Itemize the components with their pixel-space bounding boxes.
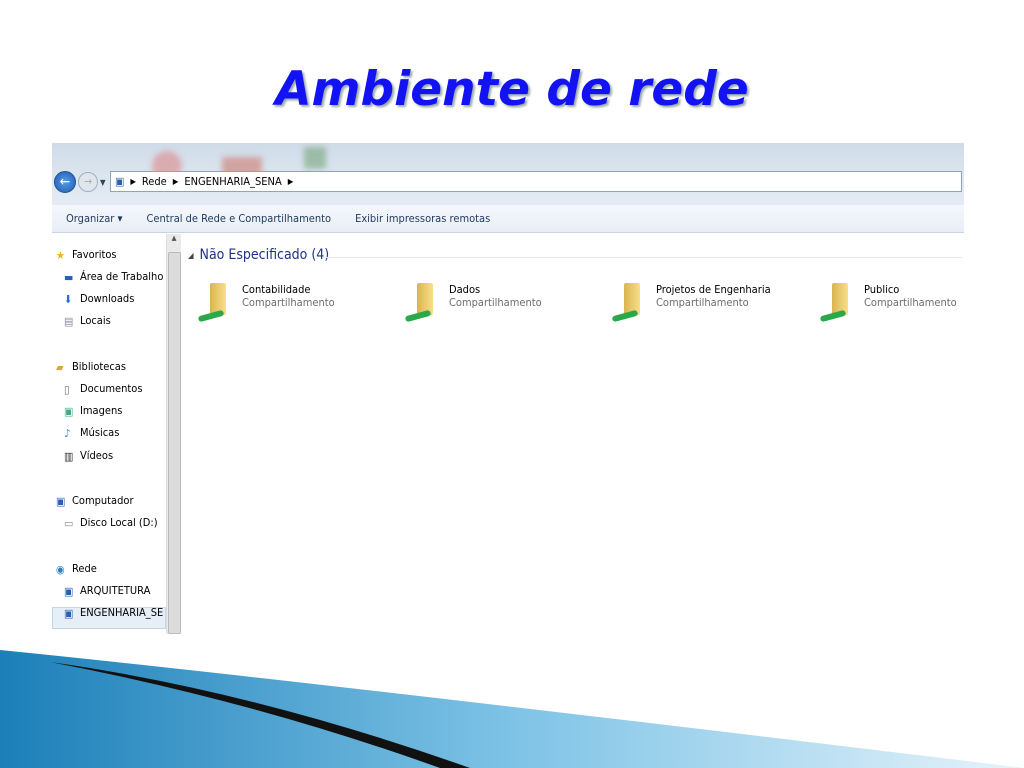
- sidebar-item-label: Favoritos: [72, 248, 117, 261]
- organize-button[interactable]: Organizar ▾: [66, 212, 122, 225]
- sidebar-item[interactable]: ▣ Imagens: [64, 404, 123, 418]
- sidebar-item-label: Locais: [80, 314, 111, 327]
- documents-icon: ▯: [64, 382, 70, 396]
- sidebar-item-label: Músicas: [80, 426, 120, 439]
- drive-icon: ▭: [64, 516, 74, 530]
- sidebar-item[interactable]: ▣ Computador: [56, 494, 134, 508]
- sidebar-item[interactable]: ◉ Rede: [56, 562, 97, 576]
- sidebar-item[interactable]: ♪ Músicas: [64, 426, 120, 440]
- sidebar-item-label: Documentos: [80, 382, 143, 395]
- forward-button[interactable]: →: [78, 172, 98, 192]
- sidebar-item[interactable]: ▯ Documentos: [64, 382, 143, 396]
- network-center-button[interactable]: Central de Rede e Compartilhamento: [146, 212, 331, 225]
- libraries-icon: ▰: [56, 360, 64, 374]
- shared-folder-item[interactable]: Publico Compartilhamento: [819, 283, 957, 325]
- breadcrumb-rede[interactable]: Rede: [142, 175, 167, 188]
- images-icon: ▣: [64, 404, 74, 418]
- folder-name: Publico: [864, 283, 900, 296]
- sidebar-scrollbar[interactable]: ▲: [166, 234, 181, 634]
- breadcrumb-engenharia[interactable]: ENGENHARIA_SENA: [184, 175, 281, 188]
- network-computer-icon: ▣: [115, 175, 125, 188]
- folder-type: Compartilhamento: [864, 296, 957, 309]
- music-icon: ♪: [64, 426, 71, 440]
- folder-type: Compartilhamento: [242, 296, 335, 309]
- chevron-right-icon[interactable]: ▶: [288, 177, 294, 186]
- slide-title: Ambiente de rede: [275, 62, 749, 117]
- sidebar-item[interactable]: ★ Favoritos: [56, 248, 117, 262]
- videos-icon: ▥: [64, 449, 74, 463]
- shared-folder-icon: [404, 283, 445, 325]
- shared-folder-item[interactable]: Dados Compartilhamento: [404, 283, 542, 325]
- sidebar-item[interactable]: ▣ ARQUITETURA: [64, 584, 151, 598]
- folder-name: Dados: [449, 283, 481, 296]
- folder-type: Compartilhamento: [656, 296, 749, 309]
- recent-places-icon: ▤: [64, 314, 74, 328]
- collapse-triangle-icon[interactable]: ◢: [188, 251, 194, 260]
- sidebar-item[interactable]: ▣ ENGENHARIA_SE: [64, 606, 164, 620]
- scroll-up-icon[interactable]: ▲: [167, 234, 181, 242]
- network-icon: ◉: [56, 562, 65, 576]
- sidebar-item-label: Downloads: [80, 292, 135, 305]
- folder-name: Projetos de Engenharia: [656, 283, 771, 296]
- sidebar-item[interactable]: ▭ Disco Local (D:): [64, 516, 158, 530]
- shared-folder-icon: [611, 283, 652, 325]
- shared-folder-item[interactable]: Projetos de Engenharia Compartilhamento: [611, 283, 771, 325]
- chevron-right-icon[interactable]: ▶: [173, 177, 179, 186]
- computer-icon: ▣: [64, 584, 74, 598]
- explorer-window: ← → ▼ ▣ ▶ Rede ▶ ENGENHARIA_SENA ▶ Organ…: [52, 143, 964, 634]
- sidebar-item[interactable]: ▰ Bibliotecas: [56, 360, 127, 374]
- title-area: ← → ▼ ▣ ▶ Rede ▶ ENGENHARIA_SENA ▶: [52, 143, 964, 205]
- computer-icon: ▣: [64, 606, 74, 620]
- sidebar-item[interactable]: ▬ Área de Trabalho: [64, 270, 164, 284]
- sidebar-item-label: Computador: [72, 494, 134, 507]
- command-bar: Organizar ▾ Central de Rede e Compartilh…: [52, 205, 964, 233]
- sidebar-item[interactable]: ▥ Vídeos: [64, 449, 114, 463]
- recent-pages-dropdown-icon[interactable]: ▼: [100, 178, 106, 187]
- sidebar-item-label: ENGENHARIA_SE: [80, 606, 164, 619]
- back-button[interactable]: ←: [54, 171, 76, 193]
- sidebar-item[interactable]: ▤ Locais: [64, 314, 111, 328]
- sidebar-item-label: Disco Local (D:): [80, 516, 158, 529]
- sidebar-item-label: Rede: [72, 562, 97, 575]
- shared-folder-icon: [819, 283, 860, 325]
- remote-printers-button[interactable]: Exibir impressoras remotas: [355, 212, 490, 225]
- blurred-desktop-icon: [304, 147, 326, 169]
- sidebar-item[interactable]: ⬇ Downloads: [64, 292, 135, 306]
- address-bar[interactable]: ▣ ▶ Rede ▶ ENGENHARIA_SENA ▶: [110, 171, 962, 192]
- shared-folder-icon: [197, 283, 238, 325]
- desktop-icon: ▬: [64, 270, 74, 284]
- star-icon: ★: [56, 248, 65, 262]
- sidebar-item-label: Imagens: [80, 404, 123, 417]
- sidebar-item-label: Área de Trabalho: [80, 270, 164, 283]
- sidebar-item-label: Bibliotecas: [72, 360, 127, 373]
- sidebar-item-label: Vídeos: [80, 449, 114, 462]
- shared-folder-item[interactable]: Contabilidade Compartilhamento: [197, 283, 335, 325]
- group-header[interactable]: ◢ Não Especificado (4): [188, 247, 329, 263]
- group-divider: [322, 257, 962, 258]
- computer-icon: ▣: [56, 494, 66, 508]
- slide-decoration-swoosh: [0, 650, 1024, 768]
- chevron-right-icon[interactable]: ▶: [130, 177, 136, 186]
- scrollbar-thumb[interactable]: [168, 252, 181, 634]
- downloads-icon: ⬇: [64, 292, 73, 306]
- group-label: Não Especificado (4): [199, 247, 330, 263]
- folder-name: Contabilidade: [242, 283, 311, 296]
- sidebar-item-label: ARQUITETURA: [80, 584, 151, 597]
- folder-type: Compartilhamento: [449, 296, 542, 309]
